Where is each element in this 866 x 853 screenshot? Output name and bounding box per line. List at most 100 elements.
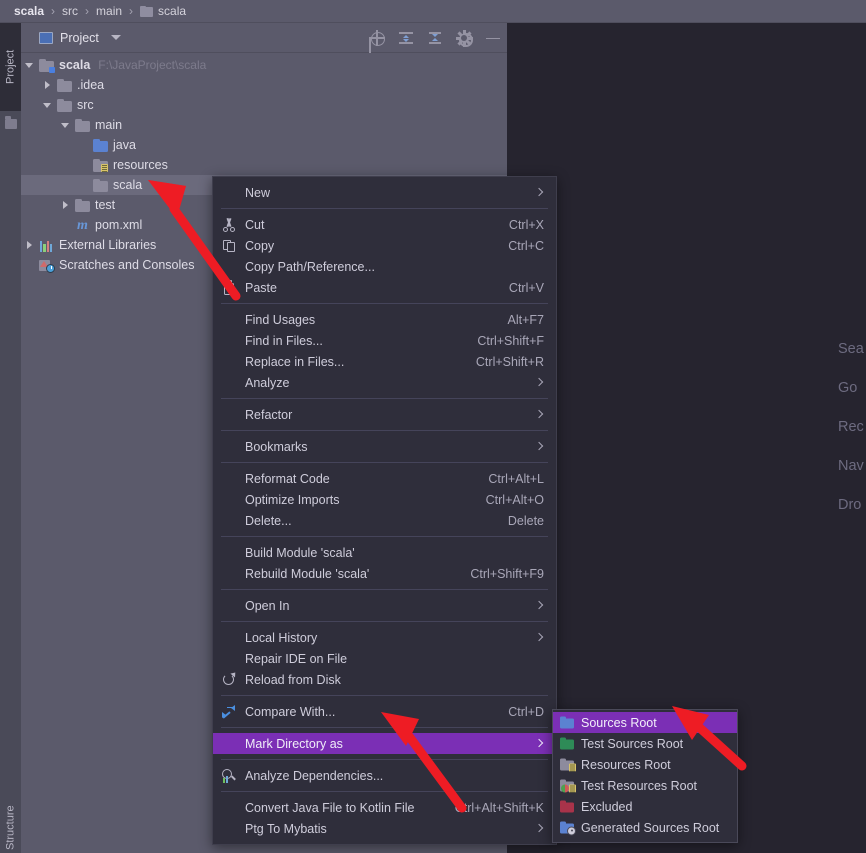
menu-item-shortcut: Ctrl+Alt+L: [488, 471, 544, 486]
editor-hint-4: Dro: [838, 497, 862, 513]
tree-row[interactable]: src: [21, 95, 507, 115]
expand-all-icon[interactable]: [398, 30, 414, 46]
folder-icon: [5, 116, 17, 129]
submenu-item-label: Sources Root: [581, 715, 657, 730]
breadcrumb-item-3[interactable]: scala: [158, 4, 186, 18]
chevron-down-icon[interactable]: [43, 101, 52, 110]
submenu-item-test-resources-root[interactable]: Test Resources Root: [553, 775, 737, 796]
sidebar-item-project[interactable]: Project: [0, 23, 21, 111]
chevron-right-icon: [534, 378, 544, 388]
menu-item-paste[interactable]: Paste Ctrl+V: [213, 277, 556, 298]
menu-item-label: Cut: [245, 217, 265, 232]
chevron-right-icon: [534, 601, 544, 611]
menu-item-compare-with[interactable]: Compare With... Ctrl+D: [213, 701, 556, 722]
folder-icon: [140, 5, 154, 17]
menu-item-reformat-code[interactable]: Reformat Code Ctrl+Alt+L: [213, 468, 556, 489]
menu-item-label: Find Usages: [245, 312, 316, 327]
folder-resources-icon: [560, 758, 576, 771]
menu-item-build-module-scala[interactable]: Build Module 'scala': [213, 542, 556, 563]
project-panel-title-group[interactable]: Project: [21, 31, 121, 45]
sidebar-item-structure[interactable]: Structure: [0, 783, 21, 853]
submenu-item-resources-root[interactable]: Resources Root: [553, 754, 737, 775]
submenu-item-label: Generated Sources Root: [581, 820, 720, 835]
minimize-icon[interactable]: [485, 30, 501, 46]
tree-row-label: pom.xml: [95, 218, 143, 232]
submenu-item-sources-root[interactable]: Sources Root: [553, 712, 737, 733]
menu-item-reload-from-disk[interactable]: Reload from Disk: [213, 669, 556, 690]
breadcrumb-item-1[interactable]: src: [62, 4, 78, 18]
menu-item-convert-java-file-to-kotlin-file[interactable]: Convert Java File to Kotlin File Ctrl+Alt…: [213, 797, 556, 818]
menu-item-ptg-to-mybatis[interactable]: Ptg To Mybatis: [213, 818, 556, 839]
menu-item-refactor[interactable]: Refactor: [213, 404, 556, 425]
chevron-down-icon[interactable]: [61, 121, 70, 130]
tree-row[interactable]: main: [21, 115, 507, 135]
project-icon: [39, 31, 53, 44]
analyze-deps-icon: [221, 768, 237, 784]
menu-item-label: Open In: [245, 598, 290, 613]
mark-directory-as-submenu: Sources Root Test Sources Root Resources R…: [552, 709, 738, 843]
submenu-item-generated-sources-root[interactable]: Generated Sources Root: [553, 817, 737, 838]
chevron-down-icon[interactable]: [110, 35, 121, 40]
tree-row-label: scala: [59, 58, 91, 72]
menu-item-delete[interactable]: Delete... Delete: [213, 510, 556, 531]
chevron-right-icon[interactable]: [43, 80, 52, 90]
menu-item-analyze-dependencies[interactable]: Analyze Dependencies...: [213, 765, 556, 786]
menu-item-copy[interactable]: Copy Ctrl+C: [213, 235, 556, 256]
menu-separator: [221, 303, 548, 304]
submenu-item-excluded[interactable]: Excluded: [553, 796, 737, 817]
chevron-right-icon: [534, 410, 544, 420]
folder-test-resources-icon: [560, 779, 576, 792]
chevron-right-icon: [534, 442, 544, 452]
menu-item-shortcut: Ctrl+Shift+F9: [470, 566, 544, 581]
editor-hints: Sea Go Rec Nav Dro: [838, 341, 866, 536]
menu-item-label: Copy Path/Reference...: [245, 259, 375, 274]
menu-separator: [221, 589, 548, 590]
locate-icon[interactable]: [369, 30, 385, 46]
menu-item-optimize-imports[interactable]: Optimize Imports Ctrl+Alt+O: [213, 489, 556, 510]
menu-item-label: Ptg To Mybatis: [245, 821, 327, 836]
menu-item-bookmarks[interactable]: Bookmarks: [213, 436, 556, 457]
compare-icon: [221, 704, 237, 720]
project-panel-toolbar: [369, 23, 501, 53]
menu-item-new[interactable]: New: [213, 182, 556, 203]
menu-item-local-history[interactable]: Local History: [213, 627, 556, 648]
chevron-right-icon[interactable]: [25, 240, 34, 250]
chevron-down-icon[interactable]: [25, 61, 34, 70]
folder-blue-icon: [560, 716, 575, 729]
menu-item-label: Analyze Dependencies...: [245, 768, 384, 783]
folder-gray-icon: [93, 178, 108, 192]
menu-item-shortcut: Ctrl+D: [508, 704, 544, 719]
intellij-window: scala › src › main › scala Project Struc…: [0, 0, 866, 853]
menu-item-copy-path-reference[interactable]: Copy Path/Reference...: [213, 256, 556, 277]
menu-item-cut[interactable]: Cut Ctrl+X: [213, 214, 556, 235]
menu-item-shortcut: Ctrl+Alt+O: [485, 492, 544, 507]
menu-item-analyze[interactable]: Analyze: [213, 372, 556, 393]
tree-row[interactable]: scala F:\JavaProject\scala: [21, 55, 507, 75]
folder-gray-icon: [75, 198, 90, 212]
menu-item-label: Convert Java File to Kotlin File: [245, 800, 415, 815]
breadcrumb: scala › src › main › scala: [0, 0, 866, 23]
menu-separator: [221, 398, 548, 399]
menu-item-mark-directory-as[interactable]: Mark Directory as: [213, 733, 556, 754]
breadcrumb-item-0[interactable]: scala: [14, 4, 44, 18]
submenu-item-label: Resources Root: [581, 757, 671, 772]
chevron-right-icon[interactable]: [61, 200, 70, 210]
tree-row[interactable]: java: [21, 135, 507, 155]
chevron-right-icon: [534, 633, 544, 643]
gear-icon[interactable]: [455, 30, 473, 47]
menu-item-open-in[interactable]: Open In: [213, 595, 556, 616]
menu-item-replace-in-files[interactable]: Replace in Files... Ctrl+Shift+R: [213, 351, 556, 372]
tree-row[interactable]: .idea: [21, 75, 507, 95]
submenu-item-test-sources-root[interactable]: Test Sources Root: [553, 733, 737, 754]
menu-item-find-usages[interactable]: Find Usages Alt+F7: [213, 309, 556, 330]
breadcrumb-separator: ›: [129, 4, 134, 18]
tree-row-label: resources: [113, 158, 168, 172]
collapse-all-icon[interactable]: [427, 30, 443, 46]
breadcrumb-item-2[interactable]: main: [96, 4, 122, 18]
menu-item-label: Optimize Imports: [245, 492, 340, 507]
menu-item-find-in-files[interactable]: Find in Files... Ctrl+Shift+F: [213, 330, 556, 351]
menu-item-repair-ide-on-file[interactable]: Repair IDE on File: [213, 648, 556, 669]
tree-row[interactable]: resources: [21, 155, 507, 175]
folder-blue-icon: [93, 138, 108, 152]
menu-item-rebuild-module-scala[interactable]: Rebuild Module 'scala' Ctrl+Shift+F9: [213, 563, 556, 584]
